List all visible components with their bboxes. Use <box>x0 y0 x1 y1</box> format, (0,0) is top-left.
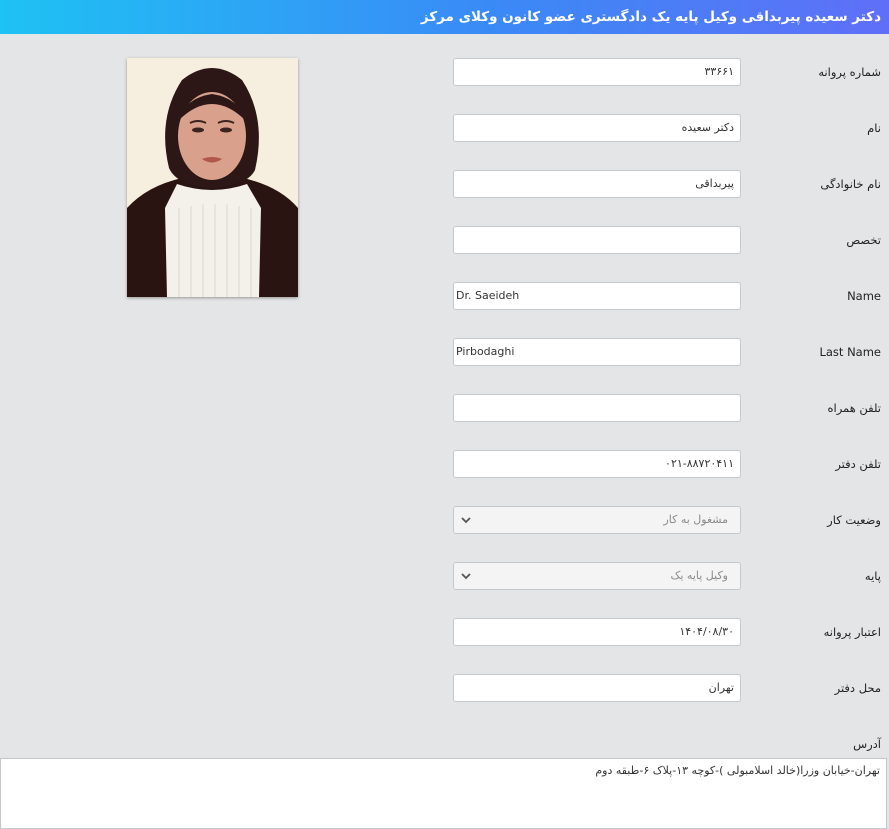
page-header: دکتر سعیده پیربداقی وکیل پایه یک دادگستر… <box>0 0 889 34</box>
last-name-en-label: Last Name <box>819 345 881 359</box>
work-status-label: وضعیت کار <box>827 513 881 527</box>
specialty-label: تخصص <box>846 233 881 247</box>
address-label: آدرس <box>853 737 881 751</box>
mobile-field[interactable] <box>453 394 741 422</box>
form-row-last-name-en: Last Name Pirbodaghi <box>0 338 889 366</box>
chevron-down-icon <box>461 573 471 580</box>
first-name-field[interactable]: دکتر سعیده <box>453 114 741 142</box>
form-row-work-status: وضعیت کار مشغول به کار <box>0 506 889 534</box>
mobile-label: تلفن همراه <box>827 401 881 415</box>
last-name-field[interactable]: پیربداقی <box>453 170 741 198</box>
form-row-grade: پایه وکیل پایه یک <box>0 562 889 590</box>
form-row-specialty: تخصص <box>0 226 889 254</box>
form-row-office-phone: تلفن دفتر ۰۲۱-۸۸۷۲۰۴۱۱ <box>0 450 889 478</box>
form-row-office-location: محل دفتر تهران <box>0 674 889 702</box>
name-en-label: Name <box>847 289 881 303</box>
form-row-last-name: نام خانوادگی پیربداقی <box>0 170 889 198</box>
form-row-license-validity: اعتبار پروانه ۱۴۰۴/۰۸/۳۰ <box>0 618 889 646</box>
license-validity-label: اعتبار پروانه <box>823 625 881 639</box>
name-en-field[interactable]: Dr. Saeideh <box>453 282 741 310</box>
office-phone-label: تلفن دفتر <box>835 457 881 471</box>
specialty-field[interactable] <box>453 226 741 254</box>
office-phone-field[interactable]: ۰۲۱-۸۸۷۲۰۴۱۱ <box>453 450 741 478</box>
form-row-first-name: نام دکتر سعیده <box>0 114 889 142</box>
form-row-license-number: شماره پروانه ۳۳۶۶۱ <box>0 58 889 86</box>
work-status-select[interactable]: مشغول به کار <box>453 506 741 534</box>
chevron-down-icon <box>461 517 471 524</box>
office-location-field[interactable]: تهران <box>453 674 741 702</box>
first-name-label: نام <box>867 121 881 135</box>
license-number-field[interactable]: ۳۳۶۶۱ <box>453 58 741 86</box>
license-validity-field[interactable]: ۱۴۰۴/۰۸/۳۰ <box>453 618 741 646</box>
grade-label: پایه <box>864 569 881 583</box>
office-location-label: محل دفتر <box>834 681 881 695</box>
last-name-en-field[interactable]: Pirbodaghi <box>453 338 741 366</box>
grade-value: وکیل پایه یک <box>670 569 728 582</box>
page-title: دکتر سعیده پیربداقی وکیل پایه یک دادگستر… <box>420 9 881 25</box>
form-row-name-en: Name Dr. Saeideh <box>0 282 889 310</box>
work-status-value: مشغول به کار <box>663 513 728 526</box>
license-number-label: شماره پروانه <box>818 65 881 79</box>
last-name-label: نام خانوادگی <box>820 177 881 191</box>
address-textarea[interactable]: تهران-خیابان وزرا(خالد اسلامبولی )-کوچه … <box>0 758 887 829</box>
form-row-mobile: تلفن همراه <box>0 394 889 422</box>
grade-select[interactable]: وکیل پایه یک <box>453 562 741 590</box>
